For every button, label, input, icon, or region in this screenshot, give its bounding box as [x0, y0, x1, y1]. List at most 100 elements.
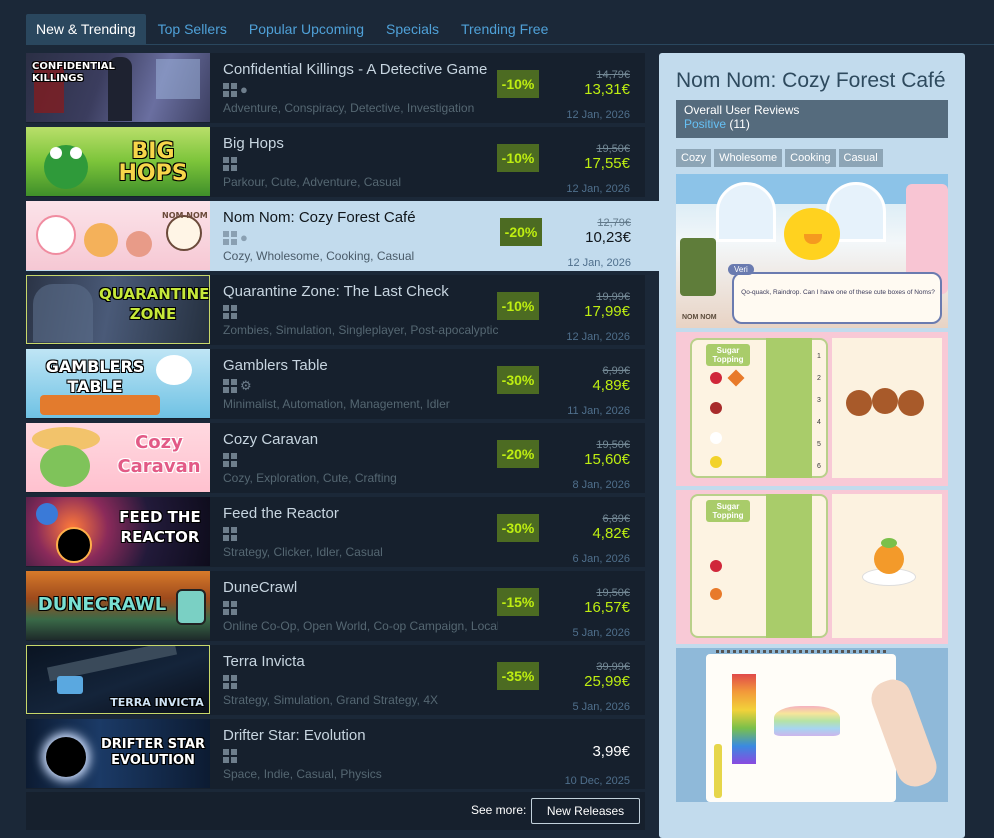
row-number: 3	[817, 397, 821, 404]
final-price: 15,60€	[584, 451, 630, 468]
game-tags: Strategy, Clicker, Idler, Casual	[223, 545, 383, 559]
dialog-text: Qo-quack, Raindrop. Can I have one of th…	[741, 289, 935, 296]
detail-tag[interactable]: Wholesome	[714, 149, 783, 167]
final-price: 10,23€	[585, 229, 631, 246]
detail-tag-list: Cozy Wholesome Cooking Casual	[676, 149, 883, 167]
game-tags: Adventure, Conspiracy, Detective, Invest…	[223, 101, 475, 115]
game-capsule-image: GAMBLERS TABLE	[26, 349, 210, 418]
final-price: 4,82€	[592, 525, 630, 542]
game-row[interactable]: CONFIDENTIAL KILLINGS Confidential Killi…	[26, 53, 645, 123]
game-detail-panel: Nom Nom: Cozy Forest Café Overall User R…	[659, 53, 965, 838]
original-price: 14,79€	[596, 69, 630, 81]
final-price: 25,99€	[584, 673, 630, 690]
see-more-label: See more:	[471, 803, 527, 817]
game-name: Nom Nom: Cozy Forest Café	[223, 209, 416, 226]
tab-new-trending[interactable]: New & Trending	[26, 14, 146, 44]
game-capsule-image: BIG HOPS	[26, 127, 210, 196]
tab-specials[interactable]: Specials	[376, 14, 449, 44]
dialog-speaker: Veri	[728, 264, 754, 275]
discount-badge: -20%	[500, 218, 542, 246]
platform-icons: ●	[223, 83, 252, 97]
game-list: CONFIDENTIAL KILLINGS Confidential Killi…	[26, 53, 659, 793]
capsule-logo: GAMBLERS TABLE	[45, 357, 145, 396]
game-row[interactable]: TERRA INVICTA Terra Invicta Strategy, Si…	[26, 645, 645, 715]
game-tags: Strategy, Simulation, Grand Strategy, 4X	[223, 693, 438, 707]
release-date: 10 Dec, 2025	[564, 775, 630, 787]
screenshot-1[interactable]: Veri Qo-quack, Raindrop. Can I have one …	[676, 174, 948, 328]
original-price: 39,99€	[596, 661, 630, 673]
discount-badge: -30%	[497, 366, 539, 394]
game-row[interactable]: Cozy Caravan Cozy Caravan Cozy, Explorat…	[26, 423, 645, 493]
game-row[interactable]: BIG HOPS Big Hops Parkour, Cute, Adventu…	[26, 127, 645, 197]
game-tags: Zombies, Simulation, Singleplayer, Post-…	[223, 323, 498, 337]
platform-icons: ●	[223, 231, 252, 245]
detail-tag[interactable]: Cooking	[785, 149, 836, 167]
tab-trending-free[interactable]: Trending Free	[451, 14, 558, 44]
game-row[interactable]: DRIFTER STAR EVOLUTION Drifter Star: Evo…	[26, 719, 645, 789]
release-date: 11 Jan, 2026	[567, 405, 630, 417]
game-tags: Parkour, Cute, Adventure, Casual	[223, 175, 402, 189]
screenshot-label: Sugar Topping	[706, 344, 750, 366]
windows-icon	[223, 749, 237, 763]
screenshot-4[interactable]	[676, 648, 948, 802]
release-date: 6 Jan, 2026	[572, 553, 631, 565]
apple-icon: ●	[240, 230, 248, 245]
final-price: 16,57€	[584, 599, 630, 616]
new-releases-button[interactable]: New Releases	[531, 798, 640, 824]
review-summary-value[interactable]: Positive	[684, 117, 726, 131]
game-capsule-image: TERRA INVICTA	[26, 645, 210, 714]
detail-tag[interactable]: Cozy	[676, 149, 712, 167]
game-row[interactable]: FEED THE REACTOR Feed the Reactor Strate…	[26, 497, 645, 567]
game-name: Cozy Caravan	[223, 431, 319, 448]
game-row[interactable]: GAMBLERS TABLE Gamblers Table ⚙ Minimali…	[26, 349, 645, 419]
discount-badge: -10%	[497, 292, 539, 320]
review-summary-box: Overall User Reviews Positive (11)	[676, 100, 948, 138]
review-count: (11)	[729, 117, 750, 131]
detail-title: Nom Nom: Cozy Forest Café	[676, 69, 946, 92]
game-tags: Cozy, Exploration, Cute, Crafting	[223, 471, 397, 485]
capsule-logo: FEED THE REACTOR	[119, 508, 201, 546]
original-price: 6,89€	[602, 513, 630, 525]
release-date: 12 Jan, 2026	[566, 331, 630, 343]
original-price: 19,99€	[596, 291, 630, 303]
platform-icons	[223, 305, 237, 319]
original-price: 19,50€	[596, 143, 630, 155]
windows-icon	[223, 453, 237, 467]
detail-tag[interactable]: Casual	[838, 149, 883, 167]
game-name: DuneCrawl	[223, 579, 298, 596]
platform-icons	[223, 453, 237, 467]
tab-bar: New & Trending Top Sellers Popular Upcom…	[26, 14, 560, 44]
tab-popular-upcoming[interactable]: Popular Upcoming	[239, 14, 374, 44]
game-row-selected[interactable]: NOM NOM Nom Nom: Cozy Forest Café ● Cozy…	[26, 201, 659, 271]
platform-icons	[223, 749, 237, 763]
apple-icon: ●	[240, 82, 248, 97]
game-row[interactable]: QUARANTINE ZONE Quarantine Zone: The Las…	[26, 275, 645, 345]
tab-divider	[26, 44, 994, 45]
game-capsule-image: DRIFTER STAR EVOLUTION	[26, 719, 210, 788]
original-price: 19,50€	[596, 439, 630, 451]
capsule-logo: DRIFTER STAR EVOLUTION	[100, 737, 206, 768]
game-row[interactable]: DUNECRAWL DuneCrawl Online Co-Op, Open W…	[26, 571, 645, 641]
tab-top-sellers[interactable]: Top Sellers	[148, 14, 237, 44]
game-tags: Minimalist, Automation, Management, Idle…	[223, 397, 450, 411]
row-number: 6	[817, 463, 821, 470]
discount-badge: -30%	[497, 514, 539, 542]
capsule-logo: Cozy Caravan	[117, 432, 201, 477]
screenshot-3[interactable]: Sugar Topping	[676, 490, 948, 644]
game-capsule-image: DUNECRAWL	[26, 571, 210, 640]
original-price: 12,79€	[597, 217, 631, 229]
release-date: 12 Jan, 2026	[566, 109, 630, 121]
capsule-logo: DUNECRAWL	[37, 594, 167, 615]
windows-icon	[223, 379, 237, 393]
screenshot-label: Sugar Topping	[706, 500, 750, 522]
game-name: Feed the Reactor	[223, 505, 339, 522]
release-date: 5 Jan, 2026	[572, 701, 631, 713]
game-name: Confidential Killings - A Detective Game	[223, 61, 488, 78]
capsule-logo: CONFIDENTIAL KILLINGS	[32, 61, 115, 84]
row-number: 5	[817, 441, 821, 448]
windows-icon	[223, 83, 237, 97]
original-price: 6,99€	[602, 365, 630, 377]
screenshot-2[interactable]: Sugar Topping 1 2 3 4 5 6	[676, 332, 948, 486]
game-name: Quarantine Zone: The Last Check	[223, 283, 449, 300]
discount-badge: -35%	[497, 662, 539, 690]
